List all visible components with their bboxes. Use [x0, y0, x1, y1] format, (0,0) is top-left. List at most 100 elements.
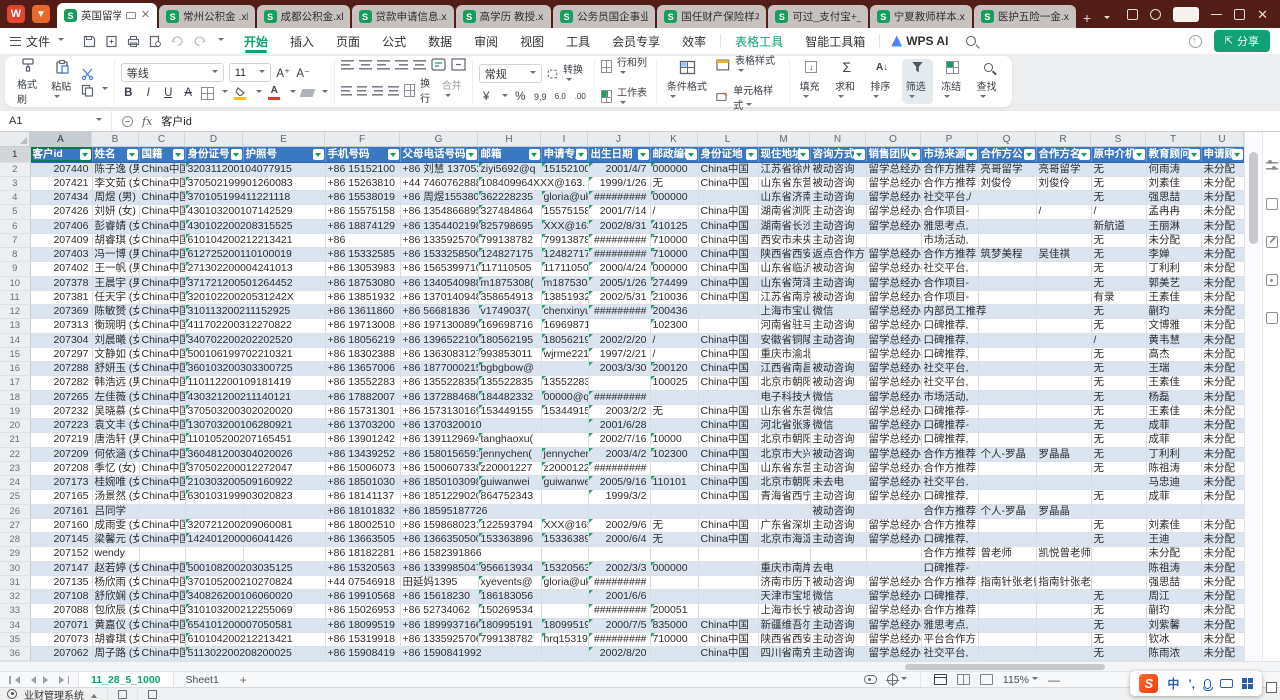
cell[interactable]: 未分配 [1201, 290, 1244, 304]
cell[interactable]: ######### [588, 575, 650, 589]
cell[interactable]: 102300 [650, 319, 698, 333]
cell[interactable]: 207409 [30, 233, 92, 247]
wps-logo-icon[interactable]: W [7, 5, 25, 23]
cell[interactable]: 无 [1091, 276, 1146, 290]
cell[interactable]: 陈雨浓 [1146, 647, 1201, 661]
sogou-logo-icon[interactable]: S [1139, 674, 1158, 693]
cell[interactable]: 无 [1091, 191, 1146, 205]
eye-icon[interactable] [864, 675, 877, 684]
col-letter[interactable]: J [588, 132, 650, 146]
cell[interactable]: 000000 [650, 162, 698, 176]
cell[interactable]: ######### [588, 390, 650, 404]
rows-cols-button[interactable]: 行和列 [601, 54, 650, 80]
cell[interactable] [541, 647, 588, 661]
header-教育顾问[interactable]: 教育顾问 [1146, 147, 1201, 162]
cell[interactable]: 2002/9/6 [588, 518, 650, 532]
filter-dropdown-icon[interactable] [1079, 149, 1090, 160]
cell[interactable]: +44 7460762888 [400, 176, 478, 190]
cell[interactable]: 无 [1091, 347, 1146, 361]
cell[interactable]: 北京市大兴 [758, 447, 810, 461]
cell[interactable] [1091, 547, 1146, 561]
sum-button[interactable]: Σ 求和 [831, 59, 862, 104]
cell[interactable]: 留学总经办 [866, 162, 921, 176]
cell[interactable]: China中国 [698, 476, 758, 490]
cell[interactable]: 王素佳 [1146, 290, 1201, 304]
col-letter[interactable]: A [30, 132, 92, 146]
row-number[interactable]: 14 [0, 333, 30, 347]
cell[interactable]: 未分配 [1201, 205, 1244, 219]
cell[interactable] [1036, 419, 1091, 433]
wps-ai-button[interactable]: WPS AI [883, 34, 956, 48]
cell[interactable] [541, 419, 588, 433]
cell[interactable]: 135522835( [541, 376, 588, 390]
page-layout-view-icon[interactable] [957, 674, 970, 685]
col-letter[interactable]: I [541, 132, 588, 146]
cell[interactable]: 微信 [810, 419, 866, 433]
cell[interactable]: 150269534 [478, 604, 541, 618]
cell[interactable]: 430103200107142529 [185, 205, 325, 219]
cell[interactable] [698, 305, 758, 319]
cell[interactable]: 207165 [30, 490, 92, 504]
align-center-icon[interactable] [357, 85, 368, 96]
close-tab-icon[interactable]: ✕ [141, 10, 150, 21]
cell[interactable] [1036, 590, 1091, 604]
cell[interactable]: 000000 [650, 561, 698, 575]
wps-promo-icon[interactable]: ▼ [32, 5, 50, 23]
ime-punctuation-icon[interactable]: ʼ, [1188, 678, 1195, 690]
cell[interactable] [1036, 533, 1091, 547]
cell[interactable]: 无 [650, 518, 698, 532]
cell[interactable]: 留学总经办 [866, 647, 921, 661]
cell[interactable]: 桂婉唯 (女 [92, 476, 139, 490]
cell[interactable]: 有录 [1091, 290, 1146, 304]
cell[interactable] [978, 319, 1036, 333]
cell[interactable]: +86 13901242 [325, 433, 400, 447]
copy-button[interactable] [81, 84, 108, 97]
cell[interactable]: 无 [650, 176, 698, 190]
cell[interactable]: 雅思考点, [921, 219, 978, 233]
header-销售团队[interactable]: 销售团队 [866, 147, 921, 162]
cell[interactable]: 153449155 [478, 404, 541, 418]
document-tab[interactable]: S贷款申请信息.xlsx [352, 5, 454, 28]
cell[interactable] [1036, 319, 1091, 333]
cell[interactable]: 被动咨询 [810, 575, 866, 589]
cell[interactable]: 合作方推荐 [921, 461, 978, 475]
cell[interactable] [185, 504, 243, 518]
cell[interactable]: 成菲 [1146, 490, 1201, 504]
cell[interactable]: 未分配 [1201, 447, 1244, 461]
cell[interactable]: guiwanwei [478, 476, 541, 490]
cell[interactable]: +86 1851229020 [400, 490, 478, 504]
taskbar-icon-1[interactable] [118, 690, 127, 699]
selection-mode-icon[interactable] [887, 674, 898, 685]
increase-decimal-button[interactable]: 6.0 [553, 92, 568, 101]
filter-dropdown-icon[interactable] [638, 149, 649, 160]
cell[interactable]: 271302200004241013 [185, 262, 325, 276]
cell[interactable]: China中国 [139, 176, 185, 190]
cell[interactable]: 未分配 [1201, 604, 1244, 618]
cell[interactable]: 主动咨询 [810, 276, 866, 290]
cell[interactable]: 内部员工推荐 [921, 305, 1036, 319]
cell[interactable]: China中国 [698, 262, 758, 276]
cell[interactable]: 207434 [30, 191, 92, 205]
cell[interactable]: 无 [1091, 233, 1146, 247]
cell[interactable] [978, 419, 1036, 433]
cell[interactable]: 207369 [30, 305, 92, 319]
cell[interactable] [810, 347, 866, 361]
cell[interactable]: +86 18101832 [325, 504, 400, 518]
col-letter[interactable]: M [758, 132, 810, 146]
cell[interactable]: China中国 [698, 490, 758, 504]
cell[interactable]: 留学总经办 [866, 575, 921, 589]
menu-表格工具[interactable]: 表格工具 [724, 28, 794, 54]
cell[interactable]: 微信 [810, 305, 866, 319]
cell[interactable]: 主动咨询 [810, 647, 866, 661]
cell[interactable] [139, 547, 185, 561]
cell[interactable]: z20001227( [541, 461, 588, 475]
cell[interactable]: 被动咨询 [810, 162, 866, 176]
cell[interactable]: +86 1580156591 [400, 447, 478, 461]
cell[interactable] [978, 362, 1036, 376]
cell[interactable]: 710000 [650, 233, 698, 247]
cell[interactable]: 未分配 [1201, 276, 1244, 290]
cell[interactable]: 社交平台, [921, 262, 978, 276]
cell[interactable] [1036, 476, 1091, 490]
export-icon[interactable] [105, 35, 118, 48]
cell[interactable]: 371721200501264452 [185, 276, 325, 290]
